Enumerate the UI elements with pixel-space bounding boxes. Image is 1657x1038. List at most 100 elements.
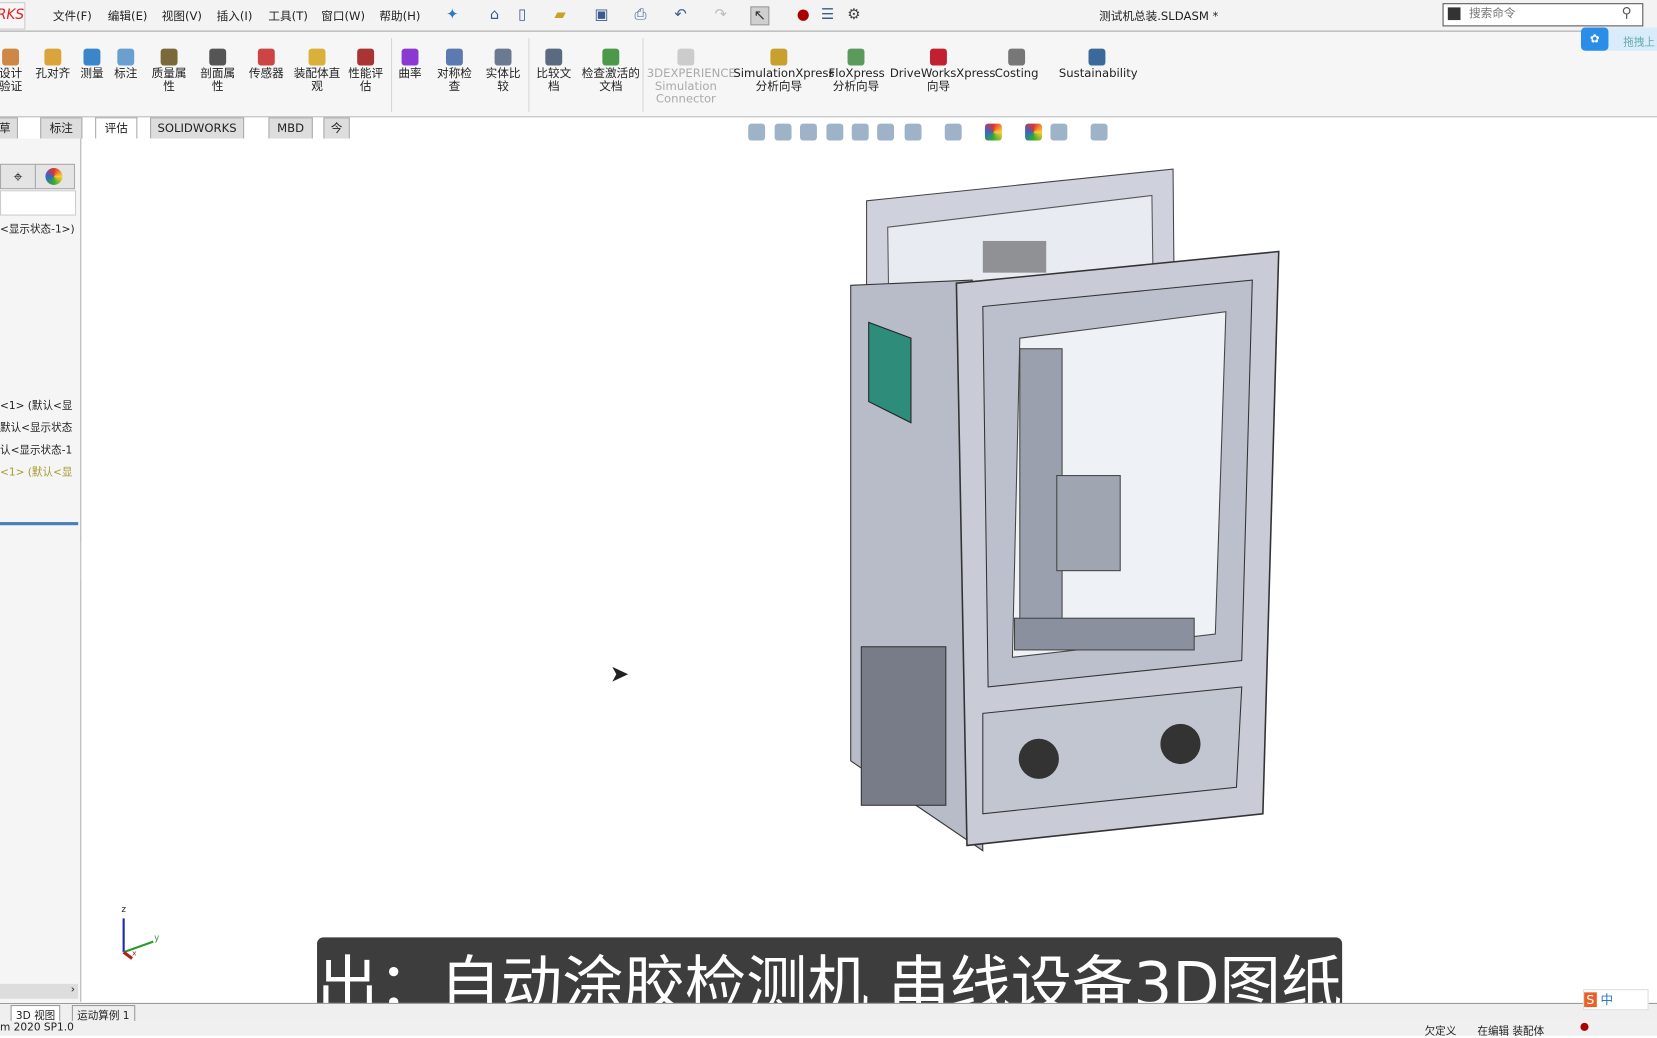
tree-item[interactable]: <1> (默认<显 [0, 396, 78, 413]
tab-sketch[interactable]: 草图 [0, 117, 18, 155]
command-13[interactable]: 比较文档 [533, 48, 575, 93]
save-icon[interactable]: ▣ [593, 6, 610, 23]
hide-show-icon[interactable] [944, 123, 962, 141]
dynamic-annotation-icon[interactable] [851, 123, 869, 141]
print-icon[interactable]: ⎙ [632, 6, 649, 23]
command-2[interactable]: 孔对齐 [30, 48, 76, 81]
rebuild-icon[interactable]: ● [1580, 1021, 1589, 1033]
command-19[interactable]: Costing [993, 48, 1039, 81]
filter-input[interactable] [0, 190, 77, 216]
command-label: 曲率 [398, 66, 422, 81]
view-orientation-icon[interactable] [877, 123, 895, 141]
horizontal-scrollbar[interactable]: › [0, 983, 79, 999]
redo-icon[interactable]: ↷ [712, 6, 729, 23]
command-icon [357, 48, 375, 66]
separator [528, 38, 530, 113]
tab-solidworks-addins[interactable]: SOLIDWORKS 插件 [150, 117, 244, 155]
menu-file[interactable]: 文件(F) [53, 7, 92, 24]
sogou-icon: S [1584, 992, 1597, 1007]
x-axis-label: x [132, 949, 137, 958]
command-10[interactable]: 曲率 [395, 48, 425, 81]
view-settings-icon[interactable] [1050, 123, 1068, 141]
command-15[interactable]: 3DEXPERIENCE Simulation Connector [647, 48, 736, 106]
tab-annotation[interactable]: 标注 [40, 117, 83, 140]
command-9[interactable]: 性能评估 [345, 48, 387, 93]
cloud-upload-tooltip[interactable]: ✿ 拖拽上 [1580, 27, 1657, 51]
command-icon [160, 48, 178, 66]
mouse-cursor-icon: ➤ [609, 661, 630, 688]
file-properties-icon[interactable]: ☰ [819, 6, 836, 23]
command-14[interactable]: 检查激活的文档 [581, 48, 640, 93]
pin-icon[interactable]: ✦ [444, 6, 461, 23]
assembly-model[interactable] [81, 138, 1657, 1001]
appearance-tab[interactable] [34, 163, 76, 190]
command-4[interactable]: 标注 [110, 48, 142, 81]
command-6[interactable]: 剖面属性 [197, 48, 239, 93]
search-box[interactable]: ⚲ [1442, 3, 1644, 27]
select-icon[interactable]: ↖ [750, 6, 770, 26]
appearance-icon [45, 168, 63, 185]
tree-item[interactable]: <1> (默认<显 [0, 463, 78, 479]
tree-item[interactable]: 默认<显示状态 [0, 418, 78, 435]
display-monitor-icon[interactable] [1090, 123, 1108, 141]
command-17[interactable]: FloXpress 分析向导 [828, 48, 885, 93]
tab-evaluate[interactable]: 评估 [95, 117, 138, 140]
traffic-light-icon[interactable]: ● [795, 6, 812, 23]
menu-tools[interactable]: 工具(T) [268, 7, 307, 24]
zoom-to-fit-icon[interactable] [748, 123, 766, 141]
tree-item[interactable]: 认<显示状态-1 [0, 441, 78, 457]
menu-insert[interactable]: 插入(I) [217, 7, 253, 24]
definition-status: 欠定义 [1424, 1026, 1457, 1038]
command-label: Sustainability [1058, 66, 1138, 81]
y-axis-label: y [154, 933, 160, 943]
display-style-icon[interactable] [904, 123, 922, 141]
tab-mbd[interactable]: MBD [268, 117, 313, 140]
open-icon[interactable]: ▰ [552, 6, 569, 23]
test-machine-cabinet [850, 168, 1280, 852]
command-label: DriveWorksXpress 向导 [889, 66, 996, 93]
command-11[interactable]: 对称检查 [433, 48, 475, 93]
status-bar: m 2020 SP1.0 欠定义 在编辑 装配体 ● [0, 1020, 1657, 1038]
command-12[interactable]: 实体比较 [482, 48, 524, 93]
new-document-icon[interactable]: ▯ [514, 6, 531, 23]
panel-divider[interactable] [0, 522, 79, 526]
edit-appearance-icon[interactable] [984, 123, 1002, 141]
command-label: 实体比较 [485, 66, 521, 93]
version-label: m 2020 SP1.0 [0, 1021, 74, 1034]
undo-icon[interactable]: ↶ [672, 6, 689, 23]
command-8[interactable]: 装配体直观 [294, 48, 340, 93]
home-icon[interactable]: ⌂ [486, 6, 503, 23]
search-icon[interactable]: ⚲ [1622, 5, 1632, 21]
command-label: 检查激活的文档 [581, 66, 640, 93]
tab-today-manufacturing[interactable]: 今日制造 [323, 117, 350, 196]
menu-edit[interactable]: 编辑(E) [108, 7, 148, 24]
command-20[interactable]: Sustainability [1058, 48, 1138, 81]
command-3[interactable]: 测量 [78, 48, 105, 81]
command-5[interactable]: 质量属性 [148, 48, 190, 93]
gear-icon[interactable]: ⚙ [845, 6, 862, 23]
command-icon [847, 48, 865, 66]
command-1[interactable]: 设计验证 [0, 48, 27, 93]
solidworks-logo[interactable]: RKS [0, 2, 26, 30]
command-7[interactable]: 传感器 [245, 48, 287, 81]
command-label: 设计验证 [0, 66, 23, 93]
tree-item-root[interactable]: <显示状态-1>) [0, 220, 78, 236]
previous-view-icon[interactable] [799, 123, 817, 141]
search-input[interactable] [1466, 5, 1609, 22]
zoom-area-icon[interactable] [774, 123, 792, 141]
separator [391, 38, 393, 113]
command-icon [308, 48, 326, 66]
crosshair-icon[interactable]: ⌖ [0, 163, 36, 190]
menu-help[interactable]: 帮助(H) [379, 7, 420, 24]
command-16[interactable]: SimulationXpress 分析向导 [733, 48, 834, 93]
section-view-icon[interactable] [826, 123, 844, 141]
command-label: 剖面属性 [200, 66, 236, 93]
menu-window[interactable]: 窗口(W) [321, 7, 365, 24]
ime-indicator[interactable]: S 中 [1583, 989, 1649, 1011]
apply-scene-icon[interactable] [1025, 123, 1043, 141]
menu-view[interactable]: 视图(V) [162, 7, 202, 24]
command-label: FloXpress 分析向导 [828, 66, 885, 93]
command-18[interactable]: DriveWorksXpress 向导 [890, 48, 995, 93]
menu-bar: RKS 文件(F) 编辑(E) 视图(V) 插入(I) 工具(T) 窗口(W) … [0, 0, 1657, 51]
graphics-area[interactable]: z y x ➤ [81, 138, 1657, 1002]
